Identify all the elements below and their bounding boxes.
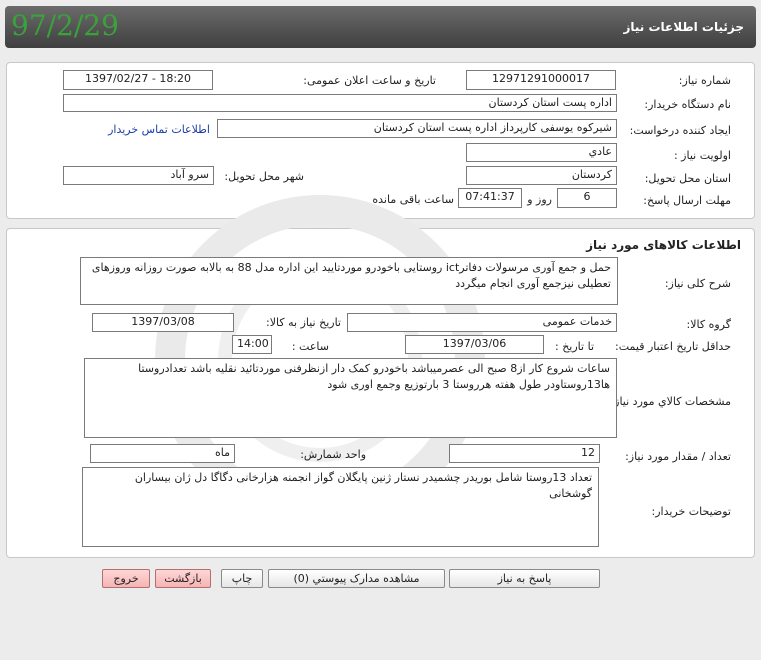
spec-field: ساعات شروع کار از8 صبح الی عصرمیباشد باخ… (84, 358, 617, 438)
creator-field: شیرکوه یوسفی کارپرداز اداره پست استان کر… (217, 119, 617, 138)
priority-label: اولویت نیاز : (673, 149, 731, 162)
quantity-label: تعداد / مقدار مورد نیاز: (625, 450, 731, 463)
unit-label: واحد شمارش: (300, 448, 366, 461)
creator-label: ایجاد کننده درخواست: (629, 124, 731, 137)
hour-label: ساعت : (291, 340, 329, 353)
goods-section-title: اطلاعات کالاهای مورد نیاز (586, 238, 741, 252)
goods-group-label: گروه کالا: (686, 318, 731, 331)
buyer-field: اداره پست استان کردستان (63, 94, 617, 112)
buyer-notes-field: تعداد 13روستا شامل بوریدر چشمیدر نستار ژ… (82, 467, 599, 547)
unit-field: ماه (90, 444, 235, 463)
buyer-contact-link[interactable]: اطلاعات تماس خریدار (108, 123, 210, 136)
price-validity-label: حداقل تاریخ اعتبار قیمت: (615, 340, 731, 353)
spec-label: مشخصات کالاي مورد نیاز: (610, 395, 731, 408)
need-date-label: تاریخ نیاز به کالا: (266, 316, 341, 329)
summary-label: شرح کلی نیاز: (664, 277, 731, 290)
date-stamp: 97/2/29 (11, 9, 119, 42)
exit-button[interactable]: خروج (102, 569, 150, 588)
priority-field: عادي (466, 143, 617, 162)
quantity-field: 12 (449, 444, 600, 463)
need-number-label: شماره نیاز: (678, 74, 731, 87)
days-unit-label: روز و (527, 193, 552, 206)
province-label: استان محل تحویل: (644, 172, 731, 185)
announce-date-field: 1397/02/27 - 18:20 (63, 70, 213, 90)
city-label: شهر محل تحویل: (224, 170, 304, 183)
city-field: سرو آباد (63, 166, 214, 185)
view-attachments-button[interactable]: مشاهده مدارک پیوستي (0) (268, 569, 445, 588)
page-header: 97/2/29 جزئیات اطلاعات نیاز (5, 6, 756, 48)
until-date-field: 1397/03/06 (405, 335, 544, 354)
need-number-field: 1297129100001‌7 (466, 70, 616, 90)
summary-field: حمل و جمع آوری مرسولات دفاترict روستایی … (80, 257, 618, 305)
until-date-label: تا تاریخ : (555, 340, 594, 353)
page-title: جزئیات اطلاعات نیاز (623, 20, 744, 34)
deadline-label: مهلت ارسال پاسخ: (643, 194, 731, 207)
print-button[interactable]: چاپ (221, 569, 263, 588)
back-button[interactable]: بازگشت (155, 569, 211, 588)
buyer-notes-label: توضیحات خریدار: (651, 505, 732, 518)
goods-group-field: خدمات عمومی (347, 313, 617, 332)
announce-date-label: تاریخ و ساعت اعلان عمومی: (303, 74, 436, 87)
days-field: 6 (557, 188, 617, 208)
hour-field: 14:00 (232, 335, 272, 354)
reply-button[interactable]: پاسخ به نیاز (449, 569, 600, 588)
need-date-field: 1397/03/08 (92, 313, 234, 332)
buyer-label: نام دستگاه خریدار: (644, 98, 731, 111)
province-field: کردستان (466, 166, 617, 185)
